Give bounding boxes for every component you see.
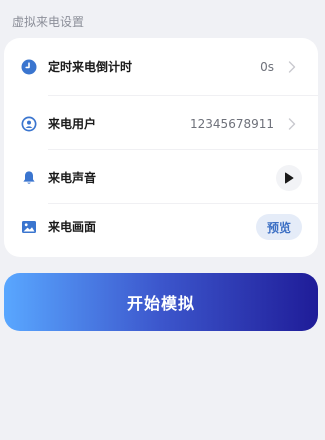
virtual-call-settings-page: 虚拟来电设置 定时来电倒计时 0s 来电用户 12345678911 来电声音 … [0, 0, 325, 440]
caller-label: 来电用户 [48, 117, 97, 131]
chevron-right-icon [288, 118, 296, 130]
preview-button[interactable]: 预览 [256, 214, 302, 240]
start-simulation-button[interactable]: 开始模拟 [4, 273, 318, 331]
caller-row[interactable]: 来电用户 12345678911 [4, 96, 318, 152]
chevron-right-icon [288, 61, 296, 73]
call-screen-label: 来电画面 [48, 220, 97, 234]
countdown-row[interactable]: 定时来电倒计时 0s [4, 39, 318, 95]
caller-value: 12345678911 [190, 117, 274, 131]
section-title: 虚拟来电设置 [12, 15, 85, 29]
bell-icon [21, 170, 37, 186]
user-icon [21, 116, 37, 132]
countdown-label: 定时来电倒计时 [48, 60, 133, 74]
countdown-value: 0s [260, 60, 274, 74]
ringtone-label: 来电声音 [48, 171, 97, 185]
settings-card: 定时来电倒计时 0s 来电用户 12345678911 来电声音 来电画面 预览 [4, 38, 318, 257]
clock-icon [21, 59, 37, 75]
image-icon [21, 219, 37, 235]
play-ringtone-button[interactable] [276, 165, 302, 191]
ringtone-row: 来电声音 [4, 150, 318, 206]
call-screen-row: 来电画面 预览 [4, 199, 318, 255]
play-icon [285, 172, 294, 184]
